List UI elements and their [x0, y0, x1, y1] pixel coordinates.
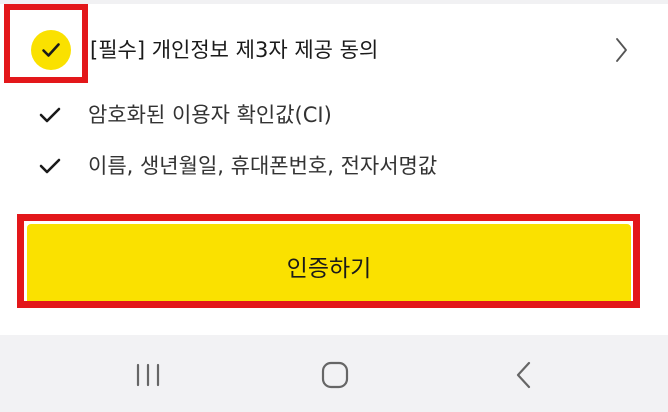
chevron-right-icon[interactable] [611, 36, 633, 64]
recent-apps-icon [136, 363, 160, 387]
consent-title: [필수] 개인정보 제3자 제공 동의 [90, 38, 379, 62]
home-icon [321, 361, 349, 389]
recent-apps-button[interactable] [118, 355, 178, 395]
check-icon [39, 158, 61, 174]
list-item: 암호화된 이용자 확인값(CI) [0, 95, 668, 135]
consent-row[interactable]: [필수] 개인정보 제3자 제공 동의 [0, 4, 668, 86]
check-icon [39, 107, 61, 123]
back-button[interactable] [494, 355, 554, 395]
verify-button[interactable]: 인증하기 [27, 224, 631, 308]
list-item-label: 암호화된 이용자 확인값(CI) [88, 103, 332, 127]
back-icon [516, 361, 531, 389]
list-item-label: 이름, 생년월일, 휴대폰번호, 전자서명값 [88, 154, 438, 178]
consent-screen: [필수] 개인정보 제3자 제공 동의 암호화된 이용자 확인값(CI) 이름,… [0, 0, 668, 412]
highlight-box-checkbox [4, 4, 88, 83]
list-item: 이름, 생년월일, 휴대폰번호, 전자서명값 [0, 146, 668, 186]
system-nav-bar [0, 335, 668, 412]
home-button[interactable] [305, 355, 365, 395]
